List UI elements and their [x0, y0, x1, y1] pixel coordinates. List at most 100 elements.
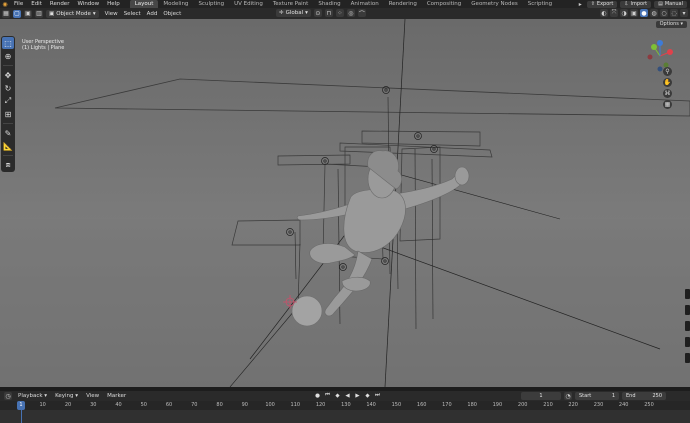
orientation-dropdown[interactable]: ✛ Global ▾ [276, 9, 311, 17]
pivot-icon[interactable]: ⊙ [313, 9, 322, 17]
start-frame-field[interactable]: Start 1 [575, 392, 619, 400]
measure-icon[interactable]: 📐 [2, 140, 14, 152]
viewport-display-controls: ◐ ⤧ ◑ ▣ ● ◍ ○ ◌ ▾ [600, 9, 688, 17]
pan-icon[interactable]: ✋ [663, 78, 672, 87]
3d-viewport[interactable]: User Perspective (1) Lights | Plane Opti… [0, 19, 690, 387]
rotate-icon[interactable]: ↻ [2, 82, 14, 94]
tab-scripting[interactable]: Scripting [523, 0, 557, 8]
menu-render[interactable]: Render [46, 0, 74, 8]
editor-type-icon[interactable]: ▦ [2, 9, 10, 18]
tab-uv-editing[interactable]: UV Editing [229, 0, 268, 8]
frame-tick: 190 [492, 402, 503, 408]
shading-rendered-icon[interactable]: ○ [660, 9, 668, 17]
sidebar-tab[interactable] [685, 305, 690, 315]
menu-help[interactable]: Help [103, 0, 124, 8]
transform-icon[interactable]: ⊞ [2, 108, 14, 120]
blender-logo-icon[interactable]: ◉ [0, 0, 10, 8]
tab-geometry-nodes[interactable]: Geometry Nodes [466, 0, 522, 8]
scale-icon[interactable]: ⤢ [2, 95, 14, 107]
options-dropdown[interactable]: Options ▾ [655, 21, 687, 28]
chevron-down-icon: ▾ [305, 10, 308, 16]
menu-view[interactable]: View [102, 11, 121, 17]
menu-file[interactable]: File [10, 0, 27, 8]
xray-icon[interactable]: ▣ [630, 9, 638, 17]
perspective-icon[interactable]: ▦ [663, 100, 672, 109]
clock-icon[interactable]: ◔ [564, 392, 572, 400]
camera-view-icon[interactable]: ⌘ [663, 89, 672, 98]
sidebar-tab[interactable] [685, 337, 690, 347]
tool-separator [3, 65, 13, 66]
menu-playback[interactable]: Playback ▾ [16, 393, 49, 399]
add-cube-icon[interactable]: ⧈ [2, 159, 14, 171]
menu-object[interactable]: Object [160, 11, 184, 17]
frame-ruler[interactable]: 10 20 30 40 50 60 70 80 90 100 110 120 130 140 150 160 1… [0, 401, 690, 410]
menu-marker[interactable]: Marker [105, 393, 128, 399]
select-box-icon[interactable]: ⬚ [2, 37, 14, 49]
snap-target-icon[interactable]: ⁘ [335, 9, 344, 17]
cursor-icon[interactable]: ⊕ [2, 50, 14, 62]
menu-keying[interactable]: Keying ▾ [53, 393, 80, 399]
menu-view[interactable]: View [84, 393, 101, 399]
shading-material-icon[interactable]: ◍ [650, 9, 658, 17]
annotate-icon[interactable]: ✎ [2, 127, 14, 139]
end-frame-field[interactable]: End 250 [622, 392, 666, 400]
overlay-icon[interactable]: ◑ [620, 9, 628, 17]
falloff-icon[interactable]: ⌒ [357, 9, 366, 18]
import-button[interactable]: ⇩ Import [620, 0, 652, 8]
frame-tick: 160 [416, 402, 427, 408]
menu-select[interactable]: Select [121, 11, 144, 17]
menu-edit[interactable]: Edit [27, 0, 46, 8]
select-mode-subtract-icon[interactable]: ▥ [35, 9, 43, 18]
tab-sculpting[interactable]: Sculpting [193, 0, 229, 8]
frame-tick: 10 [39, 402, 46, 408]
sidebar-tab[interactable] [685, 353, 690, 363]
play-icon[interactable]: ▶ [354, 392, 361, 399]
record-icon[interactable]: ● [314, 392, 321, 399]
mode-dropdown[interactable]: ▣ Object Mode ▾ [46, 9, 99, 18]
proportional-edit-icon[interactable]: ◎ [346, 9, 355, 17]
timeline-area[interactable]: 10 20 30 40 50 60 70 80 90 100 110 120 130 140 150 160 1… [0, 401, 690, 423]
select-mode-new-icon[interactable]: ▢ [13, 9, 21, 18]
area-light-plane [361, 130, 481, 147]
tab-layout[interactable]: Layout [129, 0, 159, 8]
playhead[interactable]: 1 [17, 401, 25, 410]
tab-texture-paint[interactable]: Texture Paint [268, 0, 314, 8]
export-button[interactable]: ⇪ Export [586, 0, 618, 8]
snap-icon[interactable]: ⊓ [324, 9, 333, 17]
scene-drawing [0, 19, 690, 387]
frame-tick: 90 [241, 402, 248, 408]
jump-start-icon[interactable]: ⏮ [324, 392, 331, 399]
menu-window[interactable]: Window [73, 0, 103, 8]
manual-button[interactable]: ▤ Manual [654, 0, 687, 8]
select-mode-extend-icon[interactable]: ▣ [24, 9, 32, 18]
sidebar-tab[interactable] [685, 289, 690, 299]
frame-tick: 60 [165, 402, 173, 408]
tab-rendering[interactable]: Rendering [384, 0, 422, 8]
menu-add[interactable]: Add [144, 11, 161, 17]
area-light-plane [339, 142, 493, 158]
move-icon[interactable]: ✥ [2, 69, 14, 81]
transform-controls: ✛ Global ▾ ⊙ ⊓ ⁘ ◎ ⌒ [276, 9, 366, 18]
tab-compositing[interactable]: Compositing [422, 0, 466, 8]
tab-modeling[interactable]: Modeling [158, 0, 193, 8]
more-icon[interactable]: ▸ [577, 1, 584, 8]
prev-key-icon[interactable]: ◆ [334, 392, 341, 399]
export-icon: ⇪ [590, 0, 595, 7]
chevron-down-icon: ▾ [680, 21, 683, 27]
visibility-icon[interactable]: ◐ [600, 9, 608, 17]
tab-shading[interactable]: Shading [313, 0, 345, 8]
sidebar-tab[interactable] [685, 321, 690, 331]
frame-tick: 150 [391, 402, 402, 408]
gizmo-toggle-icon[interactable]: ⤧ [610, 9, 618, 17]
shading-solid-icon[interactable]: ● [640, 9, 648, 17]
play-reverse-icon[interactable]: ◀ [344, 392, 351, 399]
tab-animation[interactable]: Animation [346, 0, 384, 8]
navigation-gizmo[interactable] [642, 39, 678, 73]
chevron-down-icon[interactable]: ▾ [680, 9, 688, 17]
shading-wireframe-icon[interactable]: ◌ [670, 9, 678, 17]
jump-end-icon[interactable]: ⏭ [374, 392, 381, 399]
zoom-icon[interactable]: ⚲ [663, 67, 672, 76]
current-frame-field[interactable]: 1 [521, 392, 561, 400]
next-key-icon[interactable]: ◆ [364, 392, 371, 399]
timeline-editor-icon[interactable]: ◷ [4, 392, 12, 400]
